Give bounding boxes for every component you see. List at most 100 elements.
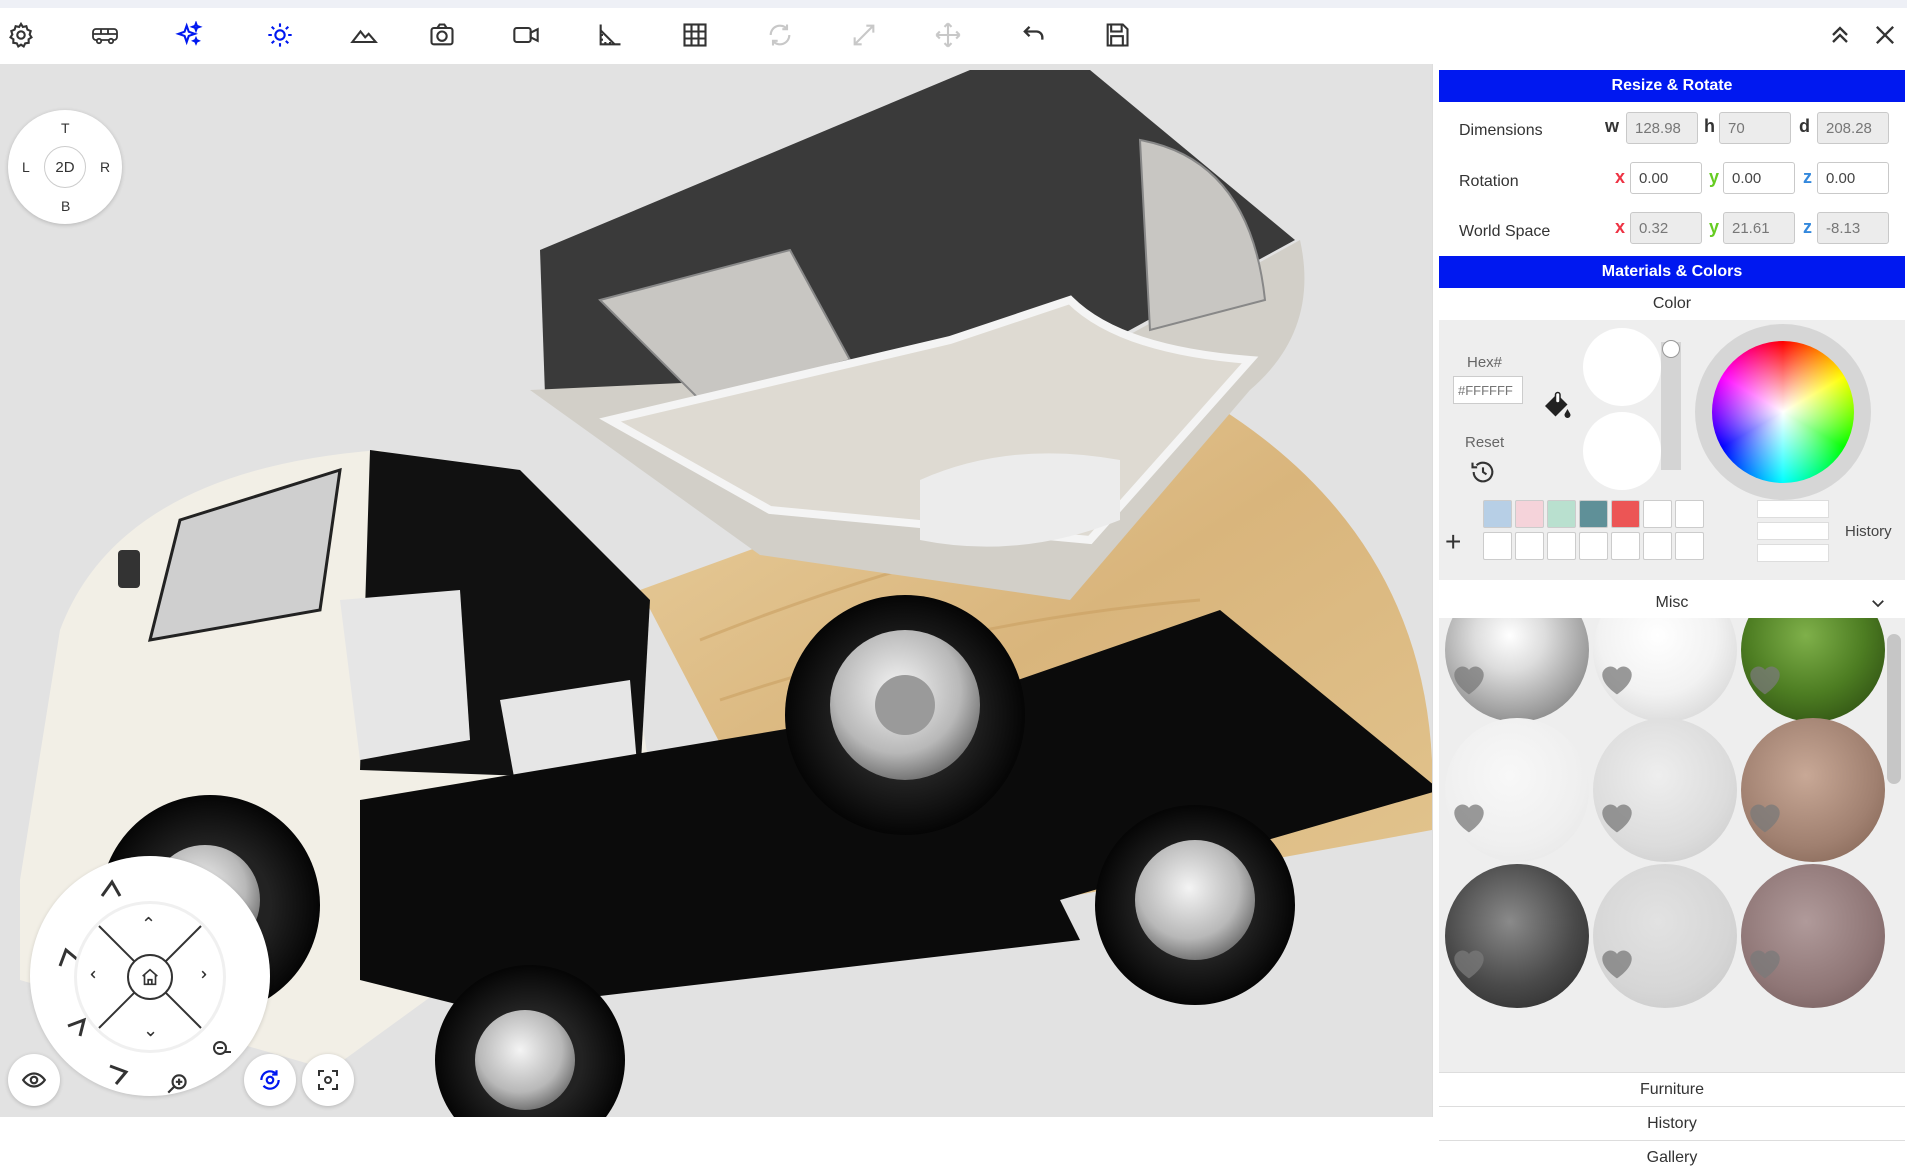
previous-color-preview <box>1583 412 1661 490</box>
brightness-slider[interactable] <box>1661 340 1681 470</box>
material-scrollbar[interactable] <box>1887 634 1901 784</box>
color-swatch[interactable] <box>1611 500 1640 528</box>
focus-frame-icon[interactable] <box>302 1054 354 1106</box>
compass-bottom[interactable]: B <box>61 198 70 214</box>
compass-top[interactable]: T <box>61 120 70 136</box>
width-field[interactable]: 128.98 <box>1626 112 1698 144</box>
reset-history-icon[interactable] <box>1469 458 1497 486</box>
favorite-heart-icon[interactable] <box>1449 798 1489 834</box>
favorite-heart-icon[interactable] <box>1597 944 1637 980</box>
color-swatch[interactable] <box>1547 500 1576 528</box>
history-slot[interactable] <box>1757 544 1829 562</box>
material-mauve[interactable] <box>1741 864 1885 1008</box>
resize-icon[interactable] <box>847 18 881 52</box>
reset-label: Reset <box>1465 434 1505 451</box>
favorite-heart-icon[interactable] <box>1597 798 1637 834</box>
depth-field[interactable]: 208.28 <box>1817 112 1889 144</box>
compass-right[interactable]: R <box>100 159 110 175</box>
pan-left-icon[interactable]: ⌃ <box>88 967 109 982</box>
color-swatch[interactable] <box>1675 532 1704 560</box>
add-swatch-icon[interactable]: + <box>1445 528 1461 556</box>
collapse-up-icon[interactable] <box>1823 18 1857 52</box>
favorite-heart-icon[interactable] <box>1745 944 1785 980</box>
color-swatch[interactable] <box>1515 532 1544 560</box>
color-swatch[interactable] <box>1483 500 1512 528</box>
color-swatch[interactable] <box>1643 532 1672 560</box>
zoom-in-icon[interactable] <box>158 1064 198 1104</box>
material-dark-metal[interactable] <box>1445 864 1589 1008</box>
dimensions-label: Dimensions <box>1459 122 1543 139</box>
grid-icon[interactable] <box>678 18 712 52</box>
resize-rotate-header[interactable]: Resize & Rotate <box>1439 70 1905 102</box>
undo-icon[interactable] <box>1016 18 1050 52</box>
pan-down-icon[interactable]: ⌃ <box>143 1018 158 1039</box>
materials-colors-header[interactable]: Materials & Colors <box>1439 256 1905 288</box>
close-icon[interactable] <box>1868 18 1902 52</box>
terrain-icon[interactable] <box>347 18 381 52</box>
save-icon[interactable] <box>1100 18 1134 52</box>
chevron-down-icon[interactable] <box>1869 594 1887 612</box>
world-x-field[interactable]: 0.32 <box>1630 212 1702 244</box>
color-swatch[interactable] <box>1579 500 1608 528</box>
paint-bucket-icon[interactable] <box>1539 388 1575 424</box>
pan-pad: ⌃ ⌃ ⌃ ⌃ <box>77 904 223 1050</box>
favorite-heart-icon[interactable] <box>1597 660 1637 696</box>
h-label: h <box>1704 116 1715 136</box>
history-accordion[interactable]: History <box>1439 1106 1905 1140</box>
gear-icon[interactable] <box>4 18 38 52</box>
van-icon[interactable] <box>88 18 122 52</box>
material-matte-white[interactable] <box>1445 718 1589 862</box>
furniture-accordion[interactable]: Furniture <box>1439 1072 1905 1106</box>
rot-x-label: x <box>1615 167 1626 187</box>
rotation-y-field[interactable]: 0.00 <box>1723 162 1795 194</box>
world-y-field[interactable]: 21.61 <box>1723 212 1795 244</box>
measure-icon[interactable] <box>593 18 627 52</box>
color-swatch[interactable] <box>1675 500 1704 528</box>
color-swatch[interactable] <box>1483 532 1512 560</box>
material-bronze[interactable] <box>1741 718 1885 862</box>
window-top-strip <box>0 0 1907 8</box>
sun-icon[interactable] <box>263 18 297 52</box>
color-swatch[interactable] <box>1643 500 1672 528</box>
world-z-field[interactable]: -8.13 <box>1817 212 1889 244</box>
zoom-out-icon[interactable] <box>204 1032 240 1068</box>
camera-icon[interactable] <box>425 18 459 52</box>
home-icon[interactable] <box>127 954 173 1000</box>
sparkles-icon[interactable] <box>172 18 206 52</box>
pan-up-icon[interactable]: ⌃ <box>141 914 156 935</box>
rotate-icon[interactable] <box>763 18 797 52</box>
world-space-label: World Space <box>1459 223 1551 240</box>
history-slot[interactable] <box>1757 522 1829 540</box>
rotation-label: Rotation <box>1459 173 1519 190</box>
color-swatch[interactable] <box>1515 500 1544 528</box>
color-swatch[interactable] <box>1579 532 1608 560</box>
move-icon[interactable] <box>931 18 965 52</box>
brightness-slider-thumb[interactable] <box>1662 340 1680 358</box>
compass-2d-button[interactable]: 2D <box>44 146 86 188</box>
world-y-label: y <box>1709 217 1720 237</box>
height-field[interactable]: 70 <box>1719 112 1791 144</box>
favorite-heart-icon[interactable] <box>1449 944 1489 980</box>
misc-section-label[interactable]: Misc <box>1439 594 1905 612</box>
color-wheel[interactable] <box>1712 341 1854 483</box>
material-pale-grey[interactable] <box>1593 864 1737 1008</box>
video-icon[interactable] <box>509 18 543 52</box>
compass-left[interactable]: L <box>22 159 30 175</box>
3d-viewport[interactable]: T B L R 2D ⌃ ⌃ ⌃ ⌃ <box>0 64 1432 1117</box>
eye-icon[interactable] <box>8 1054 60 1106</box>
rotation-z-field[interactable]: 0.00 <box>1817 162 1889 194</box>
gallery-accordion[interactable]: Gallery <box>1439 1140 1905 1174</box>
world-x-label: x <box>1615 217 1626 237</box>
color-swatch[interactable] <box>1547 532 1576 560</box>
rotation-x-field[interactable]: 0.00 <box>1630 162 1702 194</box>
favorite-heart-icon[interactable] <box>1745 798 1785 834</box>
material-light-grey[interactable] <box>1593 718 1737 862</box>
hex-input[interactable] <box>1453 376 1523 404</box>
pan-right-icon[interactable]: ⌃ <box>188 967 209 982</box>
orbit-camera-icon[interactable] <box>244 1054 296 1106</box>
color-swatch[interactable] <box>1611 532 1640 560</box>
favorite-heart-icon[interactable] <box>1745 660 1785 696</box>
view-compass: T B L R 2D <box>8 110 122 224</box>
history-slot[interactable] <box>1757 500 1829 518</box>
favorite-heart-icon[interactable] <box>1449 660 1489 696</box>
